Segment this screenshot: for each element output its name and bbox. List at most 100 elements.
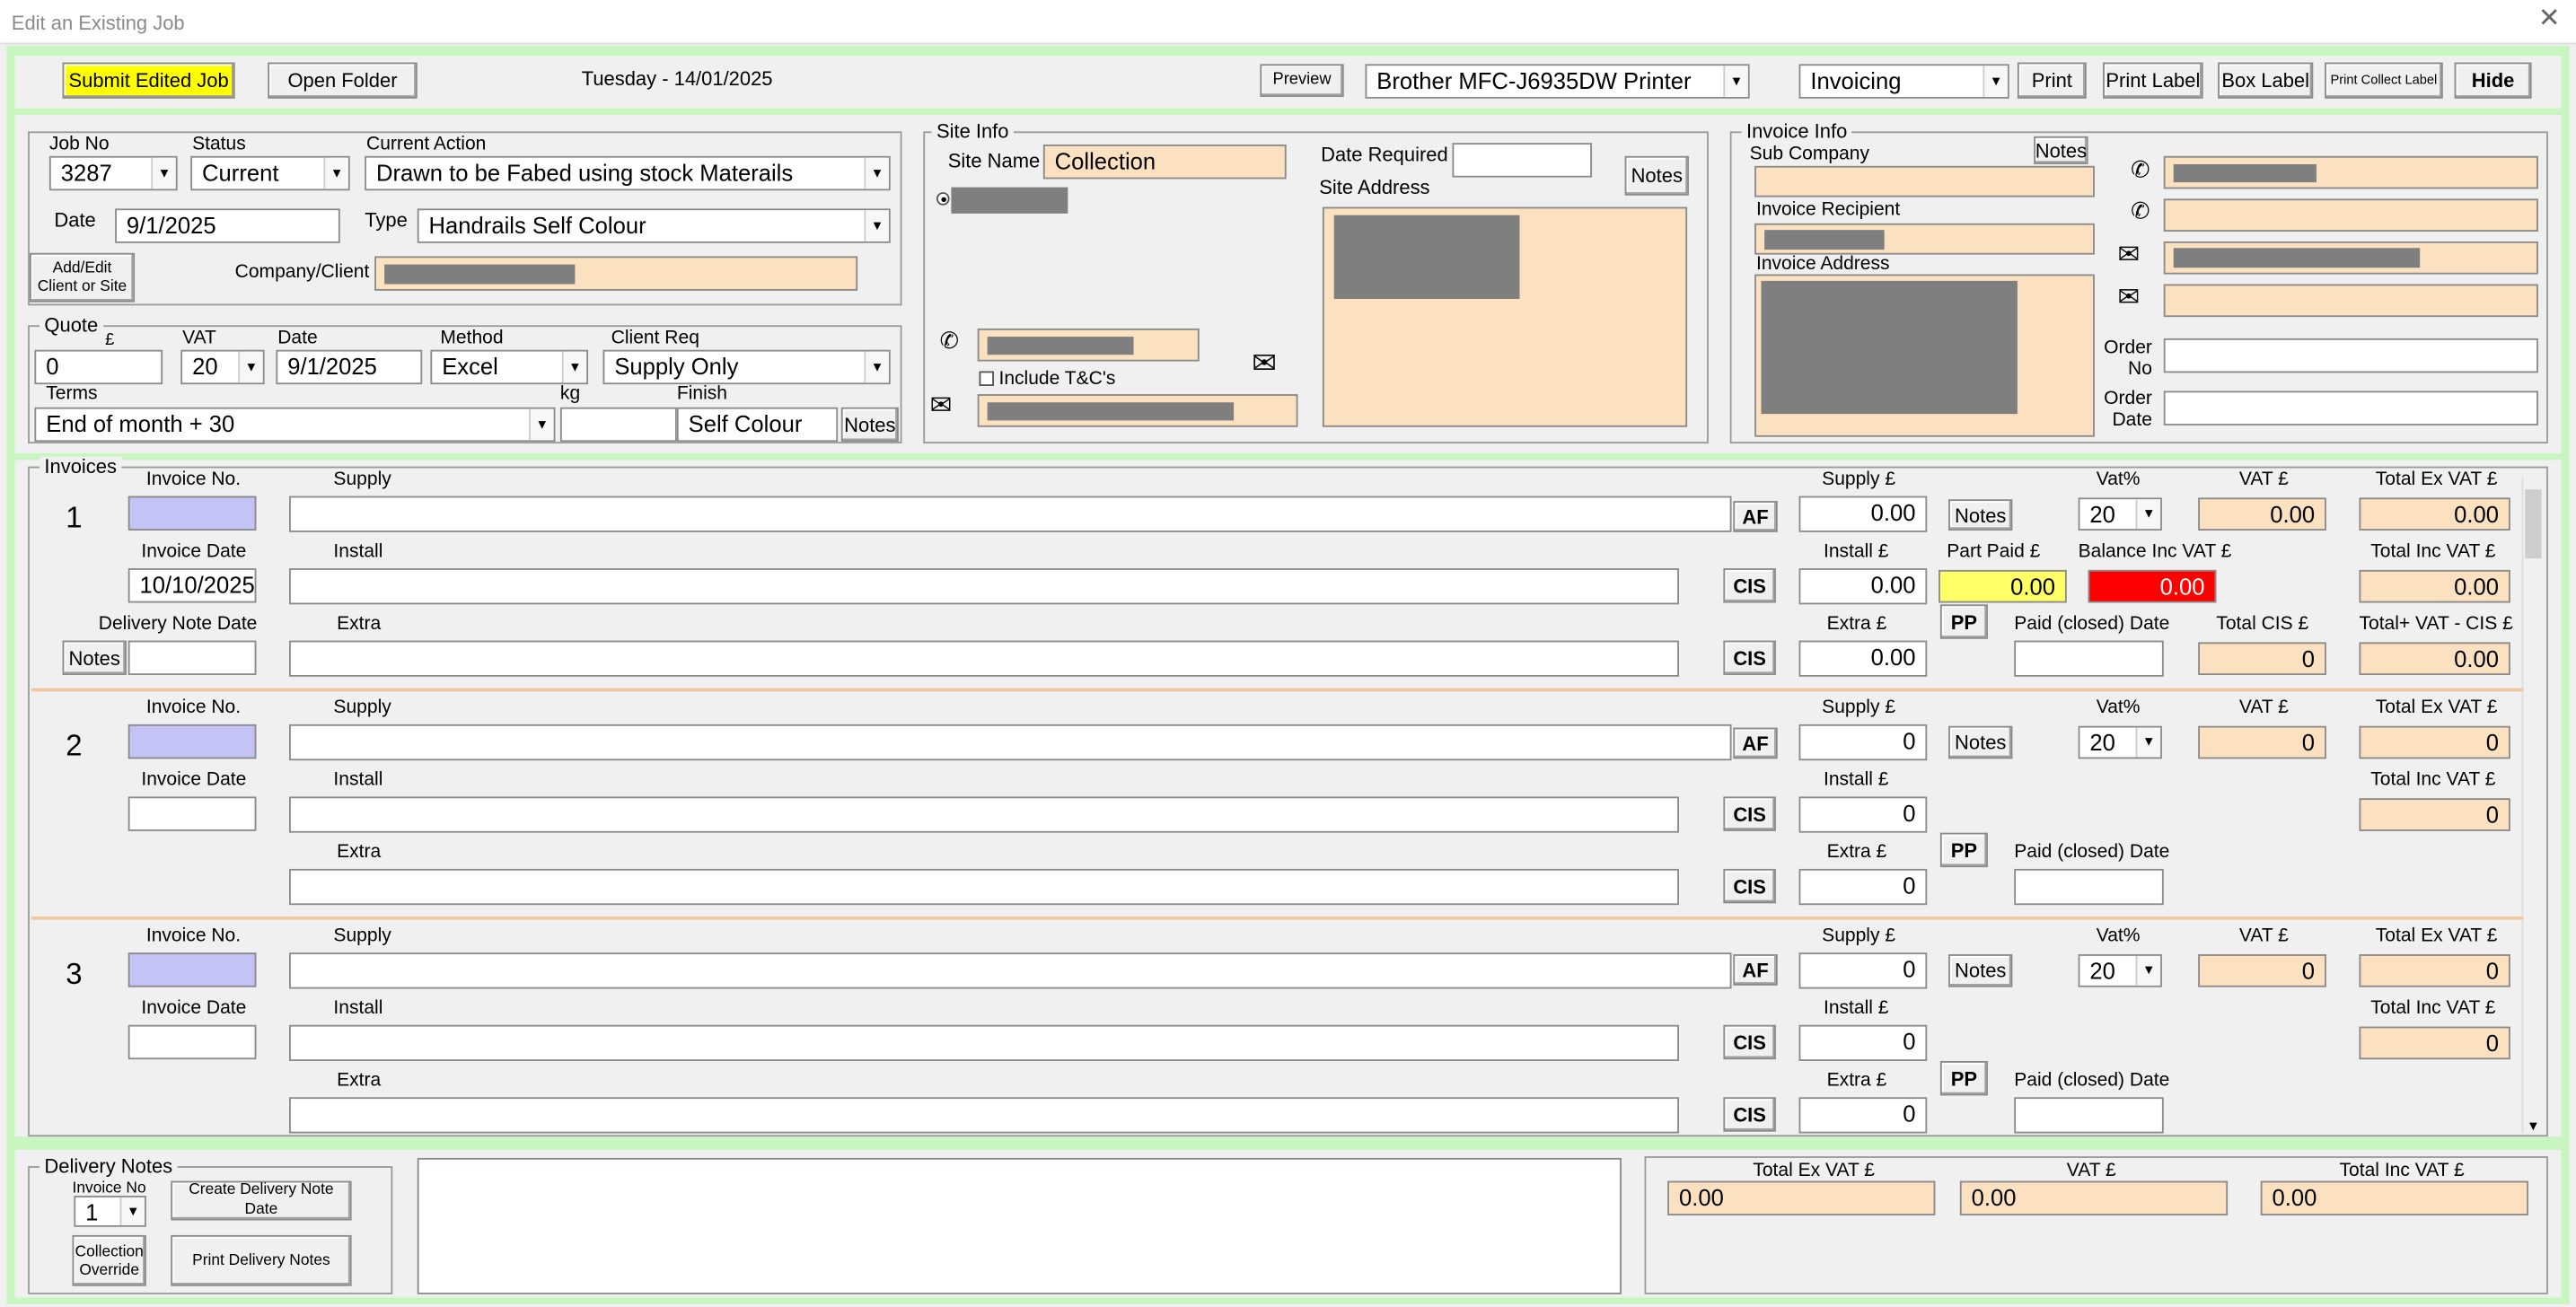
- invoice-1-supply-input[interactable]: [289, 496, 1732, 532]
- invoice-2-install-cis-button[interactable]: CIS: [1723, 796, 1776, 831]
- company-client-field[interactable]: [374, 256, 858, 291]
- include-tc-checkbox[interactable]: [979, 371, 994, 386]
- email-icon[interactable]: ✉: [2118, 242, 2141, 268]
- invoice-1-extra-input[interactable]: [289, 640, 1679, 677]
- invoice-2-no-input[interactable]: [127, 724, 257, 759]
- site-name-field[interactable]: Collection: [1042, 145, 1287, 180]
- chevron-down-icon[interactable]: ▼: [864, 157, 889, 189]
- invoice-3-paid-date-input[interactable]: [2014, 1097, 2164, 1134]
- invoice-1-af-button[interactable]: AF: [1733, 501, 1778, 532]
- quote-date-input[interactable]: 9/1/2025: [276, 349, 423, 385]
- invoice-2-af-button[interactable]: AF: [1733, 727, 1778, 759]
- invoice-address-field[interactable]: [1754, 274, 2095, 437]
- status-select[interactable]: Current ▼: [190, 155, 350, 191]
- invoice-3-install-input[interactable]: [289, 1024, 1679, 1061]
- chevron-down-icon[interactable]: ▼: [323, 157, 348, 189]
- invoice-mobile-field[interactable]: [2163, 198, 2538, 232]
- send-email-icon[interactable]: ✉: [1252, 348, 1277, 378]
- invoice-2-extra-input[interactable]: [289, 868, 1679, 906]
- chevron-down-icon[interactable]: ▼: [2135, 499, 2161, 530]
- chevron-down-icon[interactable]: ▼: [119, 1197, 145, 1225]
- hide-button[interactable]: Hide: [2454, 62, 2532, 99]
- invoice-1-no-input[interactable]: [127, 496, 257, 531]
- invoice-1-install-input[interactable]: [289, 568, 1679, 605]
- scroll-down-icon[interactable]: ▼: [2527, 1115, 2539, 1136]
- chevron-down-icon[interactable]: ▼: [561, 351, 587, 383]
- chevron-down-icon[interactable]: ▼: [238, 351, 263, 383]
- invoice-2-supply-amount[interactable]: 0: [1798, 724, 1928, 761]
- invoice-2-paid-date-input[interactable]: [2014, 868, 2164, 906]
- invoice-2-notes-button[interactable]: Notes: [1948, 725, 2013, 759]
- invoice-1-delivery-note-date-input[interactable]: [127, 640, 257, 676]
- invoice-2-extra-amount[interactable]: 0: [1798, 868, 1928, 906]
- phone-icon[interactable]: ✆: [2131, 158, 2150, 181]
- invoice-1-date-input[interactable]: 10/10/2025: [127, 568, 257, 603]
- print-label-button[interactable]: Print Label: [2103, 62, 2203, 99]
- chevron-down-icon[interactable]: ▼: [529, 408, 554, 441]
- create-delivery-note-date-button[interactable]: Create Delivery Note Date: [171, 1180, 352, 1221]
- invoice-3-pp-button[interactable]: PP: [1939, 1060, 1988, 1096]
- submit-edited-job-button[interactable]: Submit Edited Job: [62, 62, 235, 99]
- invoice-2-pp-button[interactable]: PP: [1939, 832, 1988, 868]
- invoice-2-date-input[interactable]: [127, 796, 257, 831]
- job-no-select[interactable]: 3287 ▼: [48, 155, 178, 191]
- invoice-3-extra-input[interactable]: [289, 1097, 1679, 1134]
- invoices-scrollbar[interactable]: [2521, 476, 2545, 1134]
- site-phone-field[interactable]: [977, 328, 1200, 362]
- scrollbar-thumb[interactable]: [2525, 489, 2542, 559]
- preview-button[interactable]: Preview: [1260, 64, 1344, 97]
- date-required-input[interactable]: [1452, 143, 1592, 178]
- print-delivery-notes-button[interactable]: Print Delivery Notes: [171, 1234, 352, 1286]
- email-icon[interactable]: ✉: [930, 393, 953, 419]
- chevron-down-icon[interactable]: ▼: [864, 210, 889, 241]
- mobile-icon[interactable]: ✆: [2131, 198, 2150, 222]
- invoice-1-part-paid[interactable]: 0.00: [1939, 569, 2067, 603]
- site-email-field[interactable]: [977, 394, 1298, 427]
- job-type-select[interactable]: Handrails Self Colour ▼: [417, 208, 891, 243]
- print-collect-label-button[interactable]: Print Collect Label: [2325, 62, 2443, 99]
- invoice-1-install-cis-button[interactable]: CIS: [1723, 568, 1776, 603]
- order-no-input[interactable]: [2163, 338, 2538, 373]
- quote-vat-select[interactable]: 20 ▼: [180, 349, 265, 385]
- invoice-2-supply-input[interactable]: [289, 724, 1732, 761]
- chevron-down-icon[interactable]: ▼: [151, 157, 176, 189]
- invoice-email-field[interactable]: [2163, 241, 2538, 275]
- invoice-1-pp-button[interactable]: PP: [1939, 604, 1988, 639]
- invoice-phone-field[interactable]: [2163, 155, 2538, 189]
- invoice-1-extra-amount[interactable]: 0.00: [1798, 640, 1928, 677]
- job-date-input[interactable]: 9/1/2025: [115, 208, 340, 243]
- site-radio[interactable]: [936, 192, 950, 206]
- invoice-2-vat-select[interactable]: 20 ▼: [2078, 725, 2162, 759]
- print-button[interactable]: Print: [2017, 62, 2087, 99]
- invoice-3-extra-cis-button[interactable]: CIS: [1723, 1097, 1776, 1132]
- invoice-2-extra-cis-button[interactable]: CIS: [1723, 868, 1776, 904]
- invoice-2-install-input[interactable]: [289, 796, 1679, 833]
- invoice-3-vat-select[interactable]: 20 ▼: [2078, 954, 2162, 987]
- invoice-3-date-input[interactable]: [127, 1024, 257, 1060]
- invoice-1-notes-button[interactable]: Notes: [1948, 499, 2013, 531]
- chevron-down-icon[interactable]: ▼: [2135, 955, 2161, 986]
- chevron-down-icon[interactable]: ▼: [864, 351, 889, 383]
- delivery-invoice-no-select[interactable]: 1 ▼: [74, 1196, 146, 1227]
- email-icon[interactable]: ✉: [2118, 285, 2141, 311]
- invoice-3-no-input[interactable]: [127, 952, 257, 987]
- invoice-3-supply-input[interactable]: [289, 952, 1732, 989]
- method-select[interactable]: Excel ▼: [430, 349, 589, 385]
- quote-notes-button[interactable]: Notes: [840, 407, 899, 443]
- invoice-3-af-button[interactable]: AF: [1733, 954, 1778, 986]
- invoice-1-install-amount[interactable]: 0.00: [1798, 568, 1928, 605]
- invoice-recipient-field[interactable]: [1754, 223, 2095, 255]
- invoice-3-install-cis-button[interactable]: CIS: [1723, 1024, 1776, 1060]
- invoice-email2-field[interactable]: [2163, 284, 2538, 318]
- invoice-1-paid-date-input[interactable]: [2014, 640, 2164, 677]
- close-icon[interactable]: ✕: [2538, 5, 2561, 31]
- sub-company-field[interactable]: [1754, 165, 2095, 197]
- chevron-down-icon[interactable]: ▼: [2135, 727, 2161, 758]
- invoice-2-install-amount[interactable]: 0: [1798, 796, 1928, 833]
- phone-icon[interactable]: ✆: [940, 329, 959, 352]
- site-notes-button[interactable]: Notes: [1624, 155, 1689, 196]
- client-req-select[interactable]: Supply Only ▼: [602, 349, 891, 385]
- invoice-3-supply-amount[interactable]: 0: [1798, 952, 1928, 989]
- invoice-3-install-amount[interactable]: 0: [1798, 1024, 1928, 1061]
- invoice-1-delivery-notes-button[interactable]: Notes: [62, 640, 127, 676]
